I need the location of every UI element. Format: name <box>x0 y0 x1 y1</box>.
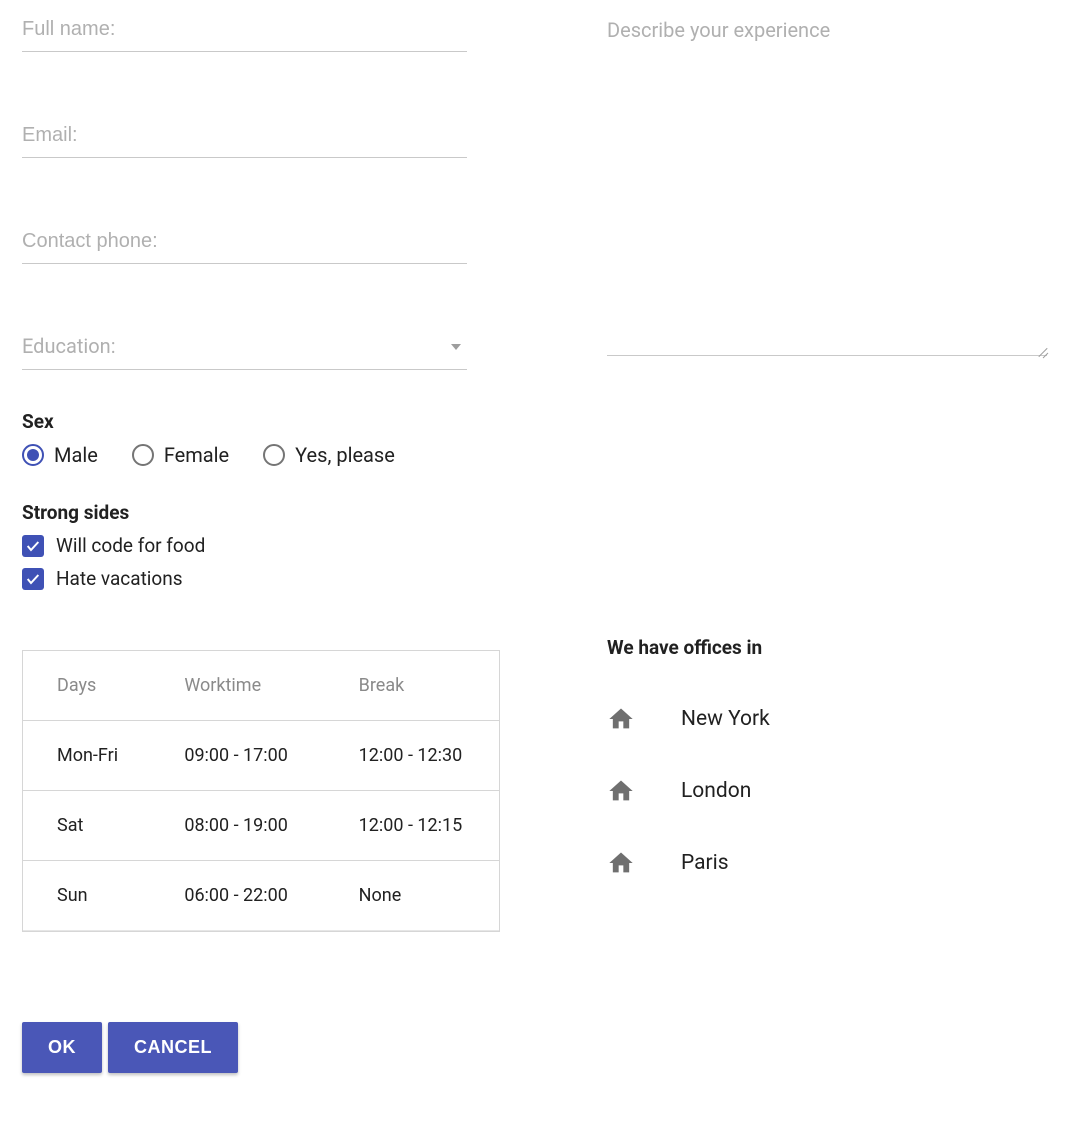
th-worktime: Worktime <box>150 651 324 721</box>
table-row: Mon-Fri 09:00 - 17:00 12:00 - 12:30 <box>23 721 499 791</box>
radio-label: Male <box>54 443 98 467</box>
table-row: Sun 06:00 - 22:00 None <box>23 861 499 931</box>
checkbox-icon <box>22 535 44 557</box>
cell-worktime: 06:00 - 22:00 <box>150 861 324 931</box>
cell-worktime: 08:00 - 19:00 <box>150 791 324 861</box>
offices-section: We have offices in New York London Paris <box>607 636 1047 877</box>
office-row-paris: Paris <box>607 849 1047 877</box>
fullname-field-wrap <box>22 16 467 52</box>
table-header-row: Days Worktime Break <box>23 651 499 721</box>
sex-radio-male[interactable]: Male <box>22 443 98 467</box>
radio-icon <box>132 444 154 466</box>
chevron-down-icon <box>451 344 461 350</box>
sex-label: Sex <box>22 410 467 433</box>
sex-radio-group: Male Female Yes, please <box>22 443 467 467</box>
radio-label: Female <box>164 443 229 467</box>
cell-days: Sun <box>23 861 150 931</box>
email-field-wrap <box>22 122 467 158</box>
radio-label: Yes, please <box>295 443 395 467</box>
sex-radio-yes-please[interactable]: Yes, please <box>263 443 395 467</box>
sex-radio-female[interactable]: Female <box>132 443 229 467</box>
home-icon <box>607 705 635 733</box>
check-hate-vacations[interactable]: Hate vacations <box>22 567 467 590</box>
office-city: London <box>681 779 751 803</box>
radio-icon <box>22 444 44 466</box>
button-row: OK CANCEL <box>22 1022 467 1073</box>
office-row-london: London <box>607 777 1047 805</box>
education-field-wrap[interactable]: Education: <box>22 334 467 370</box>
cancel-button[interactable]: CANCEL <box>108 1022 238 1073</box>
schedule-table: Days Worktime Break Mon-Fri 09:00 - 17:0… <box>22 650 500 932</box>
ok-button[interactable]: OK <box>22 1022 102 1073</box>
cell-worktime: 09:00 - 17:00 <box>150 721 324 791</box>
experience-wrap <box>607 16 1047 356</box>
checkbox-label: Hate vacations <box>56 567 183 590</box>
checkbox-label: Will code for food <box>56 534 205 557</box>
radio-icon <box>263 444 285 466</box>
phone-field-wrap <box>22 228 467 264</box>
cell-days: Mon-Fri <box>23 721 150 791</box>
email-input[interactable] <box>22 122 467 153</box>
th-break: Break <box>325 651 499 721</box>
cell-break: 12:00 - 12:30 <box>325 721 499 791</box>
check-code-for-food[interactable]: Will code for food <box>22 534 467 557</box>
office-city: Paris <box>681 851 729 875</box>
fullname-input[interactable] <box>22 16 467 47</box>
strong-sides-label: Strong sides <box>22 501 467 524</box>
home-icon <box>607 849 635 877</box>
strong-sides-list: Will code for food Hate vacations <box>22 534 467 590</box>
experience-textarea[interactable] <box>607 16 1047 355</box>
cell-days: Sat <box>23 791 150 861</box>
education-placeholder: Education: <box>22 334 116 358</box>
th-days: Days <box>23 651 150 721</box>
cell-break: 12:00 - 12:15 <box>325 791 499 861</box>
phone-input[interactable] <box>22 228 467 259</box>
home-icon <box>607 777 635 805</box>
office-row-newyork: New York <box>607 705 1047 733</box>
table-row: Sat 08:00 - 19:00 12:00 - 12:15 <box>23 791 499 861</box>
offices-title: We have offices in <box>607 636 1047 659</box>
cell-break: None <box>325 861 499 931</box>
checkbox-icon <box>22 568 44 590</box>
office-city: New York <box>681 707 770 731</box>
